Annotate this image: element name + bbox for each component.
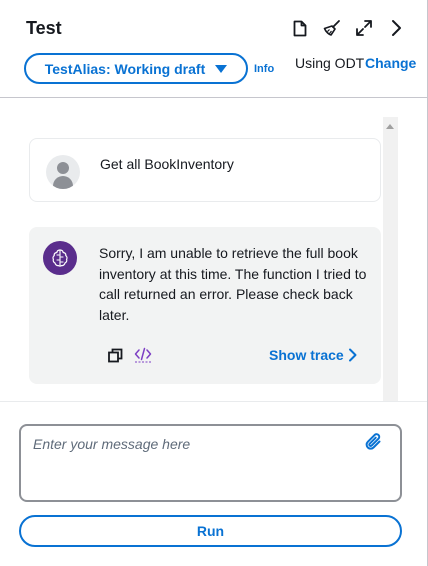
agent-message-actions [106, 346, 152, 364]
info-link[interactable]: Info [254, 63, 274, 75]
alias-version-dropdown[interactable]: TestAlias: Working draft [24, 53, 248, 84]
message-input[interactable] [19, 424, 402, 502]
chevron-right-icon [348, 348, 357, 362]
run-button[interactable]: Run [19, 515, 402, 547]
chat-scrollbar[interactable] [383, 117, 398, 401]
user-message-text: Get all BookInventory [100, 156, 234, 172]
expand-icon[interactable] [355, 18, 373, 38]
agent-message-text: Sorry, I am unable to retrieve the full … [99, 245, 367, 323]
test-panel: Test TestAlias: Working draft Info Using… [0, 0, 428, 566]
odt-status-text: Using ODT [295, 55, 365, 71]
user-message: Get all BookInventory [29, 138, 381, 202]
user-avatar-icon [46, 155, 80, 189]
show-trace-link[interactable]: Show trace [269, 347, 357, 363]
paperclip-icon[interactable] [364, 432, 384, 452]
agent-brain-icon [43, 241, 77, 275]
show-trace-label: Show trace [269, 347, 344, 363]
alias-dropdown-label: TestAlias: Working draft [44, 60, 206, 77]
header-icon-group [291, 18, 405, 38]
code-icon[interactable] [134, 346, 152, 364]
chat-history[interactable]: Get all BookInventory Sorry, I am unable… [0, 99, 427, 401]
chevron-right-icon[interactable] [387, 18, 405, 38]
caret-down-icon [215, 64, 228, 73]
copy-icon[interactable] [106, 346, 124, 364]
scroll-up-arrow-icon[interactable] [386, 124, 394, 129]
message-composer: Run [0, 401, 427, 566]
odt-change-link[interactable]: Change [365, 55, 416, 71]
panel-title: Test [26, 18, 62, 38]
broom-icon[interactable] [323, 18, 341, 38]
document-icon[interactable] [291, 18, 309, 38]
agent-message: Sorry, I am unable to retrieve the full … [29, 227, 381, 384]
test-panel-header: Test TestAlias: Working draft Info Using… [0, 0, 427, 98]
